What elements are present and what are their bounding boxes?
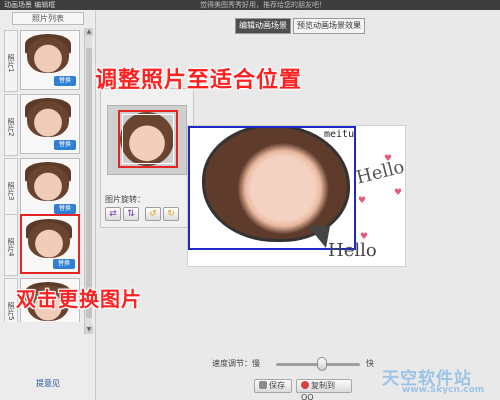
photo-list-item[interactable]: 照片2 替换 [4, 94, 84, 160]
hello-text-bottom: Hello [328, 240, 377, 261]
crop-frame[interactable] [118, 110, 178, 168]
photo-list-header: 照片列表 [12, 12, 84, 25]
photo-item-label: 照片4 [4, 214, 18, 276]
heart-icon: ♥ [394, 188, 403, 198]
scroll-up-icon[interactable]: ▲ [85, 28, 93, 36]
replace-button[interactable]: 替换 [53, 259, 75, 269]
save-icon [259, 381, 267, 389]
face-shape [27, 37, 69, 73]
feedback-link[interactable]: 提意见 [36, 378, 60, 389]
flip-vertical-icon[interactable]: ⇅ [123, 207, 139, 221]
photo-item-label: 照片1 [4, 30, 18, 92]
tab-edit-scene[interactable]: 编辑动画场景 [235, 18, 291, 34]
speed-slider[interactable] [276, 357, 360, 371]
photo-thumbnail[interactable]: 替换 [20, 94, 80, 154]
heart-icon: ♥ [358, 196, 367, 206]
scrollbar-thumb[interactable] [86, 48, 92, 318]
replace-button[interactable]: 替换 [54, 204, 76, 214]
photo-thumbnail[interactable]: 替换 [20, 158, 80, 218]
photo-list-sidebar: 照片列表 照片1 替换 照片2 替换 照片3 替换 照片4 替换 照片5 ▲ ▼… [0, 10, 96, 400]
replace-button[interactable]: 替换 [54, 76, 76, 86]
photo-frame [188, 126, 356, 250]
speed-slider-knob[interactable] [317, 357, 328, 371]
crop-preview[interactable] [107, 105, 187, 175]
heart-icon: ♥ [384, 154, 393, 164]
app-title: 动画场景 编辑框 [4, 1, 56, 9]
photo-item-label: 照片3 [4, 158, 18, 220]
flip-horizontal-icon[interactable]: ⇄ [105, 207, 121, 221]
scroll-down-icon[interactable]: ▼ [85, 326, 93, 334]
hello-text-top: Hello [354, 156, 406, 189]
photo-list-item-selected[interactable]: 照片4 替换 [4, 214, 84, 280]
replace-button[interactable]: 替换 [54, 140, 76, 150]
heart-icon: ♥ [360, 232, 369, 242]
face-shape [28, 222, 70, 258]
photo-thumbnail[interactable]: 替换 [20, 214, 80, 274]
copy-to-qq-button[interactable]: 复制到QQ [296, 379, 352, 400]
photo-list-item[interactable]: 照片1 替换 [4, 30, 84, 96]
title-bar: 动画场景 编辑框 觉得美图秀秀好用，推荐给您的朋友吧！ [0, 0, 500, 10]
rotate-label: 图片旋转： [105, 195, 145, 204]
promo-text: 觉得美图秀秀好用，推荐给您的朋友吧！ [200, 1, 326, 9]
face-shape [27, 165, 69, 201]
watermark-url: www.Skycn.com [402, 385, 485, 395]
qq-icon [301, 381, 309, 389]
scene-canvas[interactable]: meitu Hello Hello ♥ ♥ ♥ ♥ [187, 125, 406, 267]
rotate-panel: 图片旋转： ⇄ ⇅ ↺ ↻ [100, 88, 194, 228]
annotation-adjust-photo: 调整照片至适合位置 [95, 68, 303, 93]
rotate-left-icon[interactable]: ↺ [145, 207, 161, 221]
photo-item-label: 照片2 [4, 94, 18, 156]
face-shape [27, 101, 69, 137]
annotation-double-click: 双击更换图片 [16, 287, 142, 311]
tab-preview-scene[interactable]: 预览动画场景效果 [293, 18, 365, 34]
save-button[interactable]: 保存 [254, 379, 292, 393]
brand-text: meitu [324, 129, 355, 140]
speed-label: 速度调节：慢 [212, 359, 260, 368]
photo-thumbnail[interactable]: 替换 [20, 30, 80, 90]
save-button-label: 保存 [269, 381, 285, 390]
rotate-right-icon[interactable]: ↻ [163, 207, 179, 221]
speed-fast-label: 快 [366, 359, 374, 368]
